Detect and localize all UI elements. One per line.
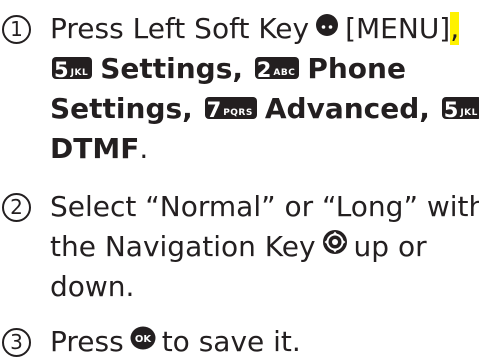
key-5-icon: 5 JKL [441, 97, 479, 121]
navigation-key-icon [322, 226, 348, 266]
step-number-2: 2 [2, 193, 31, 222]
left-soft-key-icon [315, 8, 339, 48]
step-2-line-1: Select “Normal” or “Long” with [50, 190, 479, 223]
highlighted-comma: , [450, 12, 460, 45]
step-2-line-3: down. [50, 270, 135, 303]
key-7-icon: 7 PQRS [204, 97, 257, 121]
step-3-line-1: Press OK to save it. [50, 322, 301, 363]
ok-key-icon: OK [130, 321, 156, 361]
press-left-soft-key-text: Press Left Soft Key [50, 12, 310, 45]
dtmf-text: DTMF [50, 132, 140, 165]
step-1-line-3: Settings, 7 PQRS Advanced, 5 JKL [50, 89, 479, 129]
phone-settings-text: Settings [50, 92, 183, 125]
step-2-line-2: the Navigation Key up or [50, 227, 427, 268]
settings-text: Settings [100, 52, 233, 85]
phone-text: Phone [307, 52, 406, 85]
step-1-line-1: Press Left Soft Key [MENU], [50, 8, 460, 50]
svg-text:OK: OK [135, 334, 153, 345]
menu-label: [MENU] [345, 12, 451, 45]
key-2-icon: 2 ABC [254, 57, 300, 81]
step-1-line-4: DTMF. [50, 132, 149, 165]
step-number-1: 1 [2, 15, 31, 44]
step-number-3: 3 [2, 328, 31, 357]
key-5-icon: 5 JKL [52, 57, 93, 81]
advanced-text: Advanced [264, 92, 420, 125]
step-1-line-2: 5 JKL Settings, 2 ABC Phone [52, 52, 406, 85]
